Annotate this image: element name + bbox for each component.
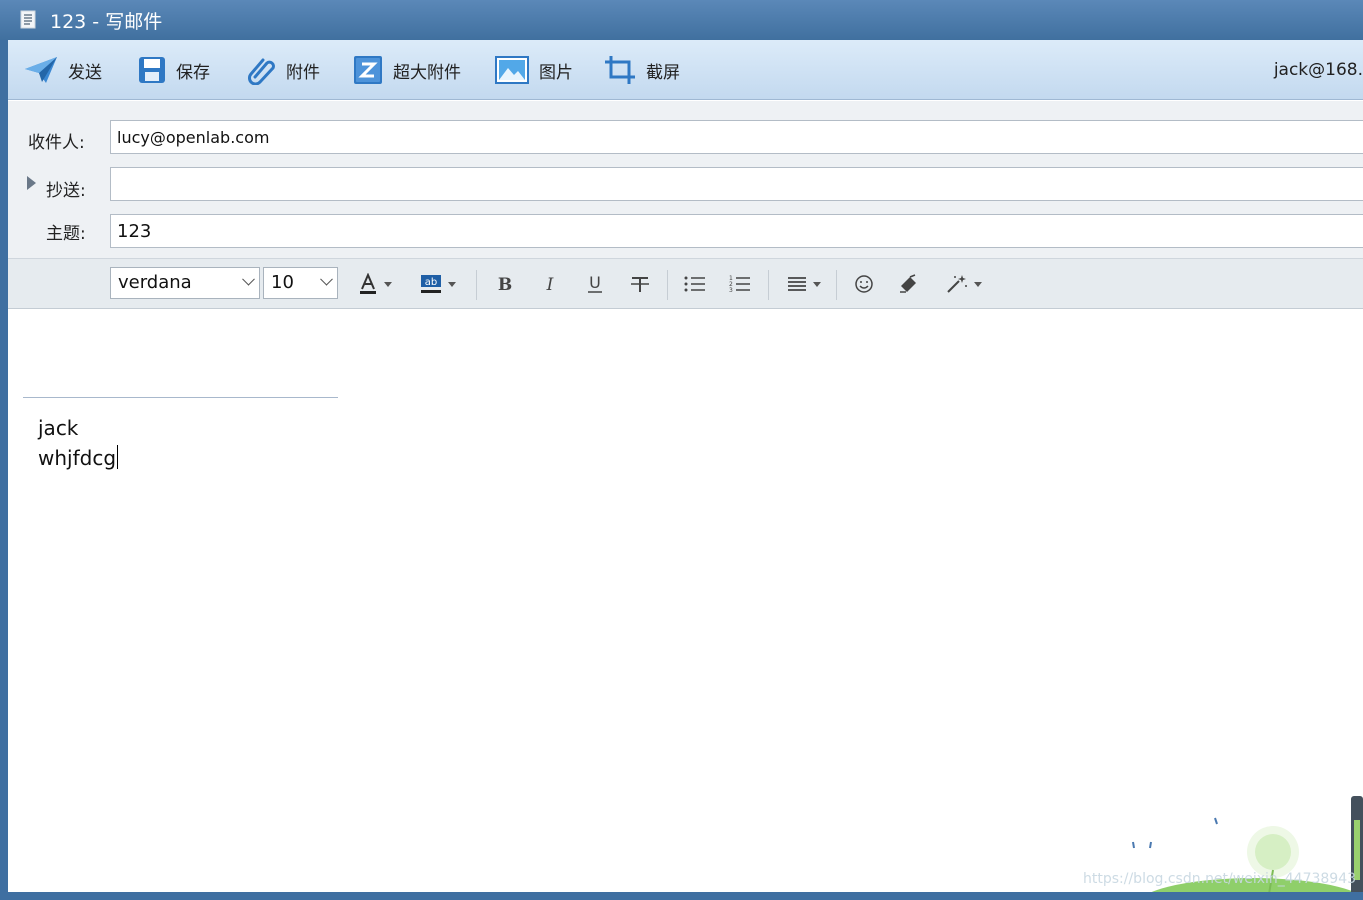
to-field[interactable] — [110, 120, 1363, 154]
paperclip-icon — [248, 58, 275, 85]
toolbar-divider — [476, 270, 477, 300]
crop-icon — [605, 56, 635, 84]
subject-label: 主题: — [46, 224, 86, 244]
caret-down-icon — [974, 281, 982, 287]
svg-text:B: B — [498, 275, 512, 294]
large-attachment-icon — [354, 56, 382, 84]
title-bar: 123 - 写邮件 — [0, 0, 1363, 40]
toolbar-divider — [667, 270, 668, 300]
main-toolbar: 发送 保存 附件 超大附件 图片 截屏 jack@168. — [8, 40, 1363, 100]
magic-wand-button[interactable] — [946, 271, 982, 297]
toolbar-divider — [768, 270, 769, 300]
window-bottom-border — [0, 892, 1363, 900]
smiley-icon — [855, 275, 873, 293]
attach-label: 附件 — [286, 62, 320, 83]
image-button[interactable]: 图片 — [495, 52, 573, 88]
save-button[interactable]: 保存 — [138, 52, 210, 88]
large-attach-button[interactable]: 超大附件 — [353, 52, 461, 88]
font-size-select[interactable]: 10 — [263, 267, 338, 299]
picture-icon — [495, 56, 529, 84]
strikethrough-icon — [631, 277, 649, 292]
screenshot-label: 截屏 — [646, 62, 680, 83]
expand-cc-toggle[interactable] — [27, 176, 36, 190]
account-email[interactable]: jack@168. — [1274, 60, 1363, 80]
bold-button[interactable]: B — [496, 271, 514, 297]
chevron-down-icon — [320, 272, 333, 286]
cc-field[interactable] — [110, 167, 1363, 201]
clear-format-button[interactable] — [898, 271, 918, 297]
caret-down-icon — [813, 281, 821, 287]
align-button[interactable] — [787, 271, 821, 297]
font-color-icon — [360, 273, 376, 294]
floppy-disk-icon — [139, 57, 165, 83]
caret-down-icon — [384, 281, 392, 287]
underline-button[interactable]: U — [586, 271, 604, 297]
bullet-list-button[interactable] — [684, 271, 706, 297]
attach-button[interactable]: 附件 — [246, 52, 320, 88]
paper-plane-icon — [25, 57, 57, 83]
bold-icon: B — [498, 275, 512, 294]
font-color-button[interactable] — [358, 271, 392, 297]
format-toolbar: verdana 10 ab B I U 1 2 3 — [8, 258, 1363, 309]
send-button[interactable]: 发送 — [24, 52, 102, 88]
align-justify-icon — [788, 277, 806, 291]
subject-field[interactable] — [110, 214, 1363, 248]
signature-name: jack — [38, 416, 79, 440]
watermark-text: https://blog.csdn.net/weixin_44738943 — [1083, 871, 1357, 887]
numbered-list-icon: 1 2 3 — [729, 275, 750, 294]
eraser-brush-icon — [900, 274, 916, 293]
italic-button[interactable]: I — [541, 271, 559, 297]
image-label: 图片 — [539, 62, 573, 83]
svg-text:ab: ab — [425, 277, 437, 288]
body-text-line: whjfdcg — [38, 445, 119, 470]
highlight-icon: ab — [421, 275, 441, 293]
mail-headers: 收件人: 抄送: 主题: — [8, 101, 1363, 258]
compose-window: 发送 保存 附件 超大附件 图片 截屏 jack@168. 收件人: lucy@… — [8, 40, 1363, 892]
font-family-value: verdana — [118, 272, 192, 293]
svg-text:3: 3 — [729, 287, 733, 294]
underline-icon: U — [588, 273, 602, 293]
bullet-list-icon — [684, 276, 705, 292]
toolbar-divider — [836, 270, 837, 300]
svg-text:I: I — [546, 275, 554, 294]
large-attach-label: 超大附件 — [393, 62, 461, 83]
chevron-down-icon — [242, 272, 255, 286]
window-title: 123 - 写邮件 — [50, 11, 163, 33]
font-family-select[interactable]: verdana — [110, 267, 260, 299]
screenshot-button[interactable]: 截屏 — [604, 52, 680, 88]
numbered-list-button[interactable]: 1 2 3 — [729, 271, 751, 297]
svg-text:U: U — [589, 273, 601, 292]
magic-wand-icon — [947, 275, 967, 293]
signature-divider — [23, 397, 338, 398]
cc-label: 抄送: — [46, 181, 86, 201]
font-size-value: 10 — [271, 272, 294, 293]
emoji-button[interactable] — [854, 271, 874, 297]
text-cursor — [117, 445, 119, 469]
italic-icon: I — [546, 275, 554, 294]
send-label: 发送 — [68, 62, 102, 83]
save-label: 保存 — [176, 62, 210, 83]
caret-down-icon — [448, 281, 456, 287]
strikethrough-button[interactable] — [630, 271, 650, 297]
to-label: 收件人: — [28, 133, 85, 153]
highlight-color-button[interactable]: ab — [420, 271, 456, 297]
body-text: whjfdcg — [38, 446, 117, 470]
document-icon — [20, 10, 36, 29]
